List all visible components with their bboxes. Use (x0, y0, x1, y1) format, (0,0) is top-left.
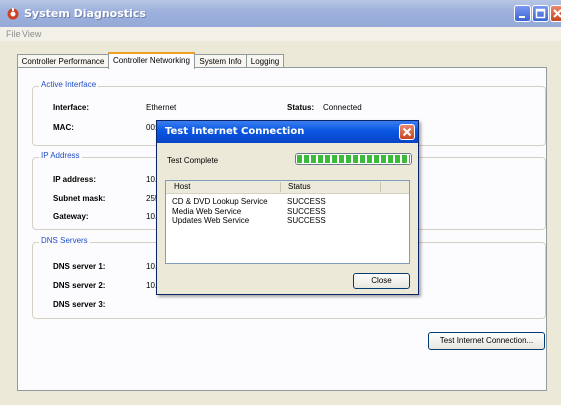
interface-value: Ethernet (146, 103, 177, 112)
group-title: DNS Servers (39, 236, 90, 245)
column-separator[interactable] (380, 182, 381, 192)
row-status: SUCCESS (287, 216, 326, 225)
test-status-text: Test Complete (167, 156, 219, 165)
dialog-close-text-button[interactable]: Close (353, 273, 410, 289)
gear-icon (7, 8, 19, 20)
row-status: SUCCESS (287, 197, 326, 206)
dns3-label: DNS server 3: (53, 300, 106, 309)
window-titlebar[interactable]: System Diagnostics (0, 0, 561, 27)
interface-label: Interface: (53, 103, 90, 112)
progress-fill (297, 155, 410, 163)
column-status-header[interactable]: Status (288, 182, 311, 191)
column-separator[interactable] (280, 182, 281, 192)
table-row[interactable]: Updates Web Service SUCCESS (166, 216, 409, 225)
gateway-label: Gateway: (53, 212, 89, 221)
window-title: System Diagnostics (24, 7, 146, 20)
close-icon (553, 9, 561, 18)
test-internet-connection-dialog: Test Internet Connection Test Complete H… (156, 120, 419, 295)
close-icon (402, 127, 412, 137)
minimize-icon (519, 16, 525, 18)
close-button[interactable] (550, 5, 561, 22)
maximize-button[interactable] (532, 5, 549, 22)
mac-label: MAC: (53, 123, 74, 132)
group-title: IP Address (39, 151, 82, 160)
group-title: Active Interface (39, 80, 99, 89)
minimize-button[interactable] (514, 5, 531, 22)
dialog-close-button[interactable] (399, 124, 415, 140)
results-list[interactable]: Host Status CD & DVD Lookup Service SUCC… (165, 180, 410, 264)
table-row[interactable]: CD & DVD Lookup Service SUCCESS (166, 197, 409, 206)
tab-controller-networking[interactable]: Controller Networking (108, 52, 195, 69)
dns1-label: DNS server 1: (53, 262, 106, 271)
dialog-titlebar[interactable]: Test Internet Connection (157, 121, 418, 143)
tab-controller-performance[interactable]: Controller Performance (17, 54, 109, 68)
results-list-header: Host Status (166, 181, 409, 194)
subnet-label: Subnet mask: (53, 194, 106, 203)
row-host: CD & DVD Lookup Service (172, 197, 268, 206)
menu-file[interactable]: File (6, 29, 21, 39)
row-host: Updates Web Service (172, 216, 250, 225)
dns2-label: DNS server 2: (53, 281, 106, 290)
status-value: Connected (323, 103, 362, 112)
menu-bar: File View (0, 27, 561, 41)
test-internet-connection-button[interactable]: Test Internet Connection... (428, 332, 545, 350)
maximize-icon (535, 8, 546, 19)
row-status: SUCCESS (287, 207, 326, 216)
tab-system-info[interactable]: System Info (194, 54, 247, 68)
dialog-title: Test Internet Connection (165, 126, 305, 137)
table-row[interactable]: Media Web Service SUCCESS (166, 207, 409, 216)
main-window: System Diagnostics File View Controller … (0, 0, 561, 405)
column-host-header[interactable]: Host (174, 182, 190, 191)
status-label: Status: (287, 103, 315, 112)
tab-logging[interactable]: Logging (246, 54, 284, 68)
row-host: Media Web Service (172, 207, 242, 216)
menu-view[interactable]: View (22, 29, 41, 39)
ip-label: IP address: (53, 175, 96, 184)
test-progress-bar (295, 153, 412, 165)
